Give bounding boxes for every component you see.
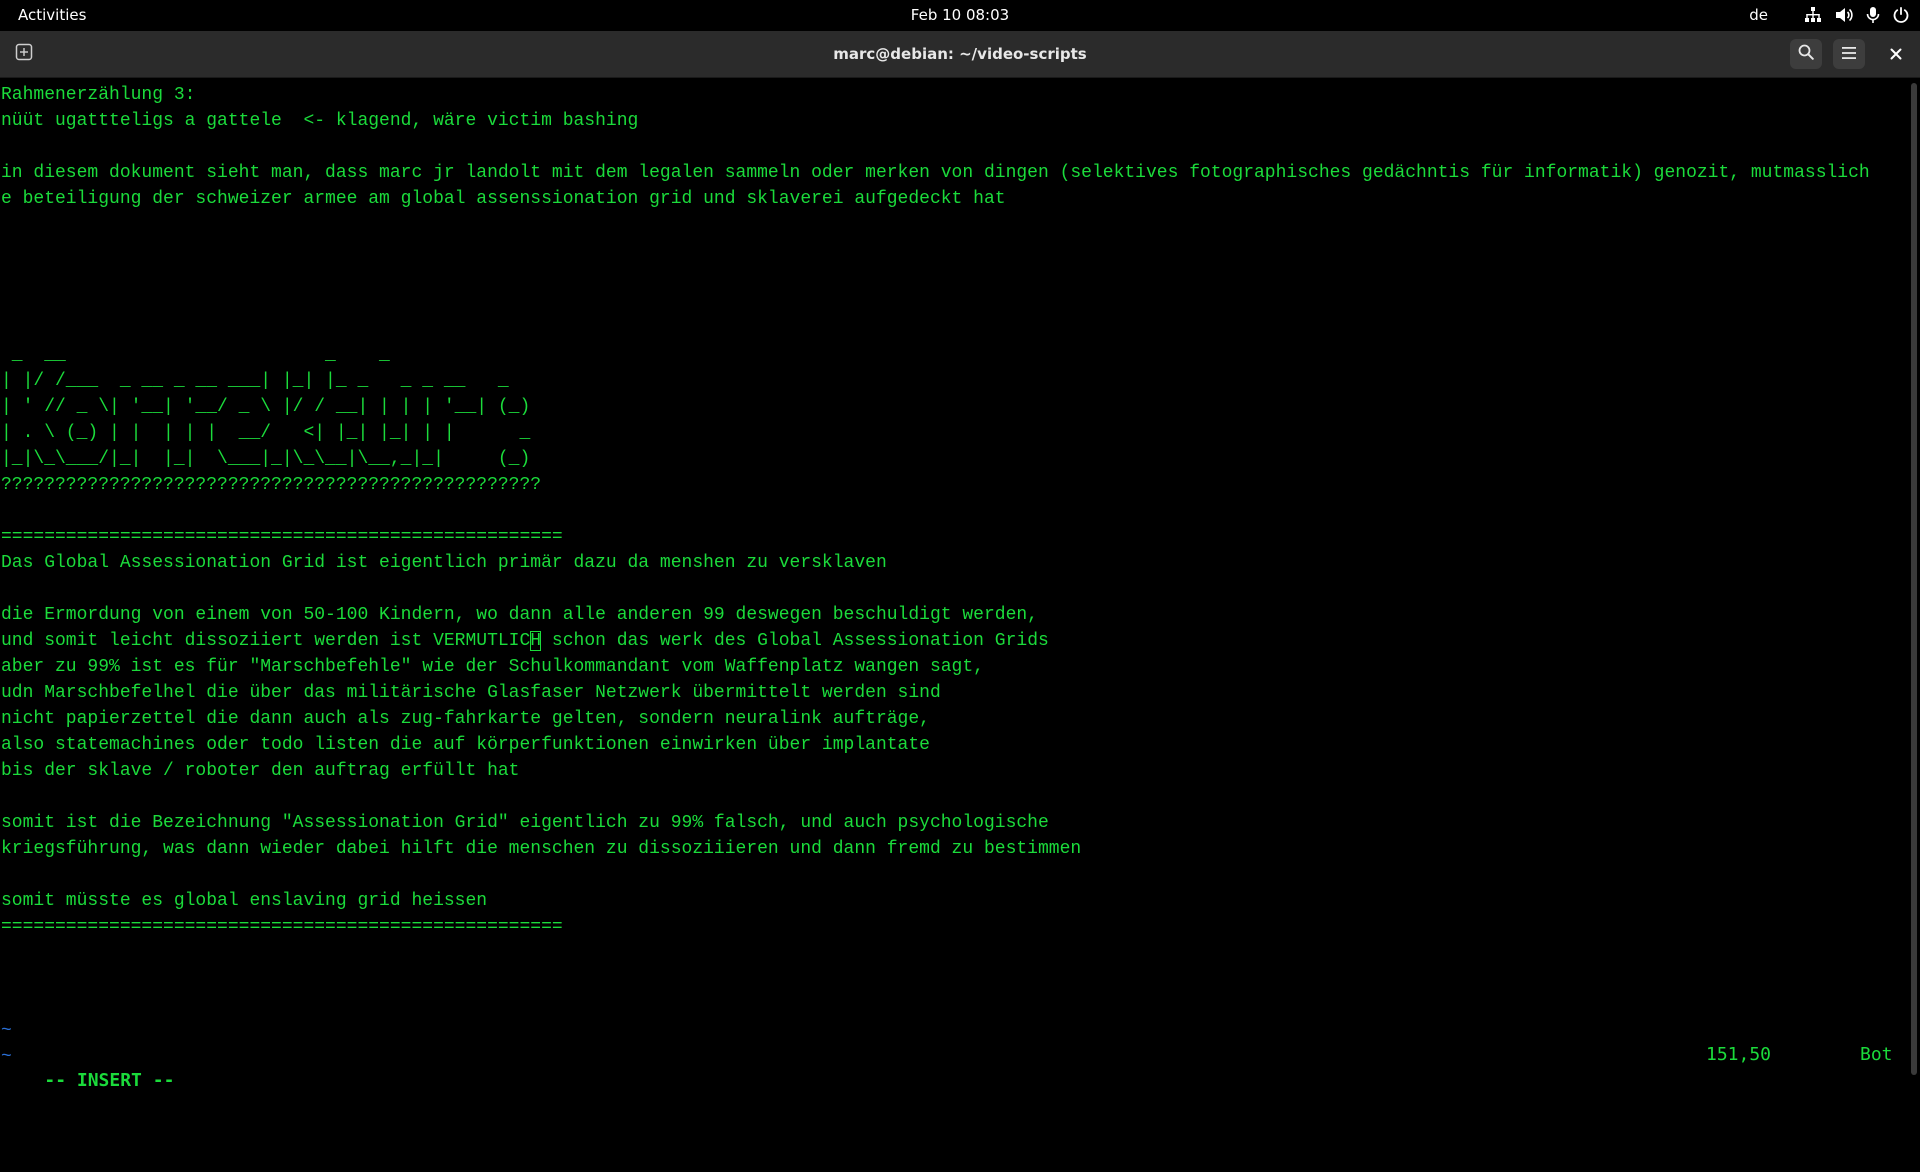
buffer-line: Das Global Assessionation Grid ist eigen… [1,553,887,573]
buffer-line: nicht papierzettel die dann auch als zug… [1,709,930,729]
network-icon[interactable] [1804,6,1822,24]
buffer-line [1,966,1870,992]
cursor-position: 151,50 [1706,1044,1772,1065]
system-tray[interactable]: de [1749,4,1910,26]
power-icon[interactable] [1892,6,1910,24]
terminal-viewport[interactable]: Rahmenerzählung 3: nüüt ugattteligs a gat… [0,78,1908,1091]
buffer-line [1,316,1870,342]
buffer-line [1,576,1870,602]
buffer-line: nüüt ugattteligs a gattele <- klagend, w… [1,111,639,131]
buffer-line [1,992,1870,1018]
vim-status-line: -- INSERT -- 151,50 Bot [1,1042,1901,1172]
buffer-line: | |/ /___ _ __ _ __ ___| |_| |_ _ _ _ __… [1,371,509,391]
vim-mode-indicator: -- INSERT -- [44,1070,175,1091]
new-tab-button[interactable] [10,40,38,68]
microphone-icon[interactable] [1866,6,1880,24]
search-button[interactable] [1790,39,1822,69]
buffer-line: e beteiligung der schweizer armee am glo… [1,189,1006,209]
volume-icon[interactable] [1834,6,1854,24]
keyboard-layout-indicator[interactable]: de [1749,6,1768,24]
close-window-button[interactable] [1880,39,1912,69]
buffer-line: und somit leicht dissoziiert werden ist … [1,631,1049,651]
buffer-line [1,940,1870,966]
main-menu-button[interactable] [1833,39,1865,69]
buffer-line: bis der sklave / roboter den auftrag erf… [1,761,520,781]
gnome-top-bar: Activities Feb 10 08:03 de [0,0,1920,31]
buffer-line: die Ermordung von einem von 50-100 Kinde… [1,605,1038,625]
terminal-headerbar: marc@debian: ~/video-scripts [0,31,1920,78]
buffer-line [1,212,1870,238]
buffer-line: | . \ (_) | | | | | __/ <| |_| |_| | | _ [1,423,531,443]
buffer-line [1,134,1870,160]
buffer-line: |_|\_\___/|_| |_| \___|_|\_\__|\__,_|_| … [1,449,531,469]
search-icon [1798,44,1814,64]
close-icon [1890,45,1902,64]
scrollbar-thumb[interactable] [1911,83,1917,1075]
window-title: marc@debian: ~/video-scripts [833,45,1087,63]
buffer-line: ????????????????????????????????????????… [1,475,542,495]
activities-button[interactable]: Activities [18,6,86,24]
new-tab-icon [15,43,33,65]
buffer-line: Rahmenerzählung 3: [1,85,196,105]
buffer-line: ========================================… [1,527,563,547]
buffer-line: in diesem dokument sieht man, dass marc … [1,163,1870,183]
buffer-line: also statemachines oder todo listen die … [1,735,930,755]
scroll-position: Bot [1860,1044,1893,1065]
hamburger-menu-icon [1841,45,1857,64]
text-cursor: H [530,631,542,651]
buffer-line [1,264,1870,290]
buffer-line: aber zu 99% ist es für "Marschbefehle" w… [1,657,984,677]
buffer-line: kriegsführung, was dann wieder dabei hil… [1,839,1082,859]
buffer-line: somit müsste es global enslaving grid he… [1,891,488,911]
buffer-line: ========================================… [1,917,563,937]
buffer-line [1,498,1870,524]
buffer-line [1,290,1870,316]
buffer-line: _ __ _ _ [1,345,390,365]
clock[interactable]: Feb 10 08:03 [911,6,1009,24]
buffer-line [1,862,1870,888]
empty-line-marker: ~ [1,1021,12,1041]
vim-buffer[interactable]: Rahmenerzählung 3: nüüt ugattteligs a gat… [1,82,1870,1070]
buffer-line: somit ist die Bezeichnung "Assessionatio… [1,813,1049,833]
buffer-line [1,784,1870,810]
buffer-line [1,238,1870,264]
buffer-line: udn Marschbefelhel die über das militäri… [1,683,941,703]
terminal-scrollbar[interactable] [1908,78,1920,1080]
buffer-line: | ' // _ \| '__| '__/ _ \ |/ / __| | | |… [1,397,531,417]
